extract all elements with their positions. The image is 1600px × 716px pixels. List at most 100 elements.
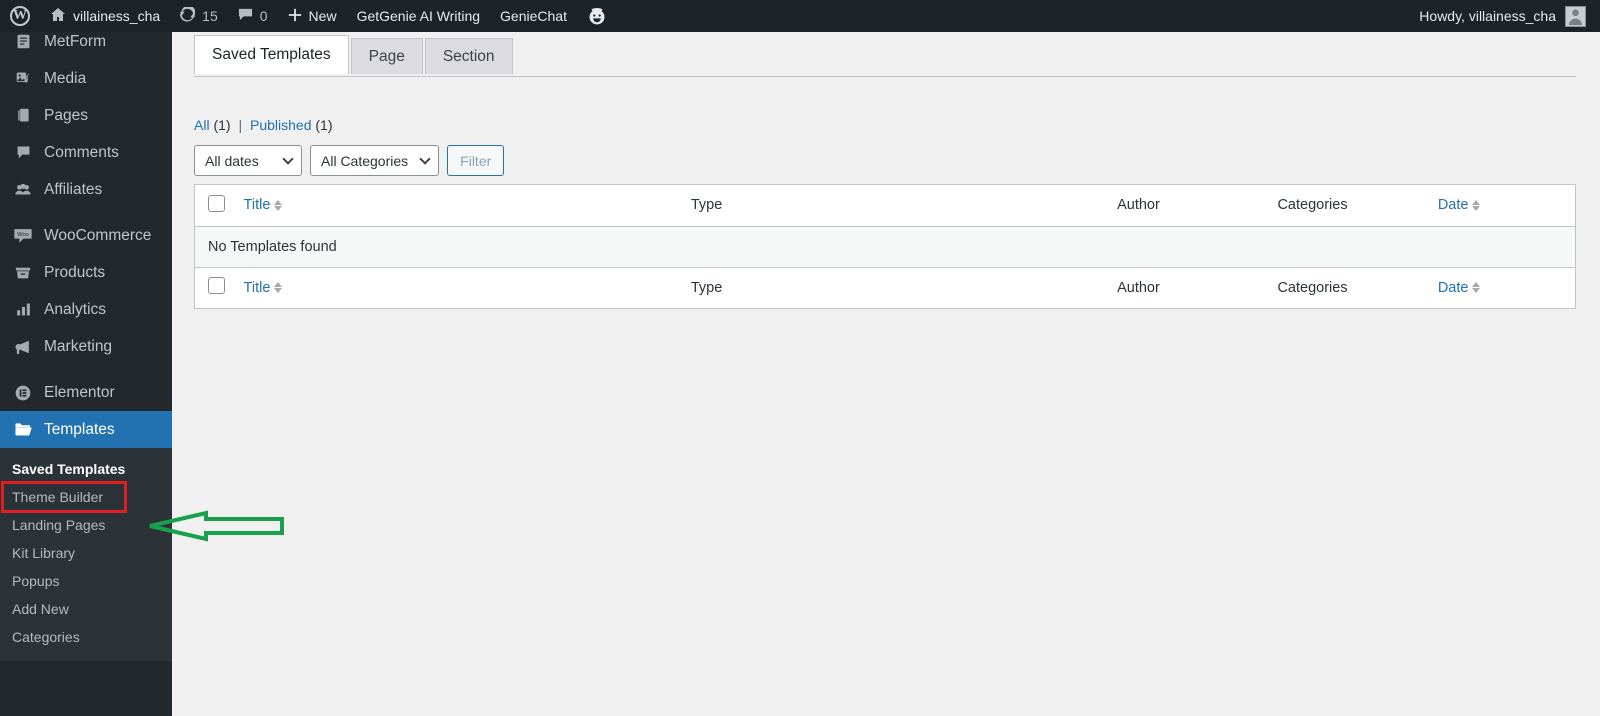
- sidebar-item-templates[interactable]: Templates: [0, 411, 180, 448]
- sort-date-link-footer[interactable]: Date: [1438, 280, 1481, 296]
- column-label: Author: [1117, 197, 1160, 214]
- column-footer-title: Title: [243, 266, 691, 308]
- analytics-icon: [12, 300, 34, 320]
- select-all-checkbox[interactable]: [208, 194, 225, 212]
- sidebar-item-label: MetForm: [44, 32, 106, 50]
- sidebar-item-label: Marketing: [44, 337, 113, 355]
- sort-title-link[interactable]: Title: [244, 197, 283, 213]
- svg-text:Woo: Woo: [17, 232, 29, 238]
- view-count-published: (1): [315, 117, 333, 133]
- pages-icon: [12, 106, 34, 126]
- table-header-row: Title Type Author Categories Date: [195, 185, 1575, 227]
- tab-saved-templates[interactable]: Saved Templates: [194, 35, 349, 74]
- table-footer-row: Title Type Author Categories Date: [195, 266, 1575, 308]
- column-label: Author: [1117, 279, 1160, 296]
- submenu-item-saved-templates[interactable]: Saved Templates: [0, 455, 172, 483]
- sort-arrows-icon: [1472, 282, 1481, 294]
- updates-count: 15: [202, 8, 218, 24]
- column-label: Type: [690, 197, 723, 214]
- column-footer-categories: Categories: [1277, 266, 1438, 308]
- sidebar-item-affiliates[interactable]: Affiliates: [0, 171, 172, 208]
- column-footer-date: Date: [1437, 266, 1575, 308]
- tab-page[interactable]: Page: [350, 38, 423, 74]
- site-name-menu[interactable]: villainess_cha: [40, 0, 170, 32]
- date-filter-value: All dates: [205, 152, 259, 169]
- submenu-item-add-new[interactable]: Add New: [0, 595, 172, 623]
- view-link-published[interactable]: Published: [250, 117, 312, 133]
- elementor-icon: [12, 383, 34, 403]
- select-all-header: [195, 185, 244, 227]
- category-filter-select[interactable]: All Categories: [310, 145, 440, 176]
- templates-icon: [12, 420, 34, 440]
- column-label: Categories: [1277, 197, 1348, 214]
- tab-label: Page: [368, 47, 405, 65]
- submenu-item-landing-pages[interactable]: Landing Pages: [0, 511, 172, 539]
- submenu-item-theme-builder[interactable]: Theme Builder: [1, 481, 127, 513]
- sidebar-item-label: WooCommerce: [44, 226, 152, 244]
- affiliates-icon: [12, 180, 34, 200]
- geniechat-menu[interactable]: GenieChat: [490, 0, 577, 32]
- sidebar-item-elementor[interactable]: Elementor: [0, 374, 172, 411]
- avatar: [1565, 5, 1586, 27]
- comments-icon: [12, 143, 34, 163]
- column-header-author: Author: [1117, 185, 1278, 227]
- sidebar-item-label: Affiliates: [44, 180, 103, 198]
- home-icon: [50, 7, 66, 26]
- sidebar-separator: [0, 365, 172, 374]
- column-footer-author: Author: [1117, 266, 1278, 308]
- admin-bar: W villainess_cha 15 0 New GetGenie AI Wr…: [0, 0, 1600, 32]
- sidebar-item-label: Pages: [44, 106, 88, 124]
- getgenie-ai-writing-menu[interactable]: GetGenie AI Writing: [347, 0, 490, 32]
- submenu-label: Saved Templates: [12, 461, 126, 477]
- marketing-icon: [12, 337, 34, 357]
- tab-label: Saved Templates: [212, 46, 331, 63]
- status-filter-links: All (1) | Published (1): [194, 117, 333, 133]
- view-link-all[interactable]: All: [194, 117, 210, 133]
- column-label: Date: [1437, 197, 1469, 214]
- filter-button[interactable]: Filter: [447, 145, 505, 176]
- column-label: Date: [1437, 279, 1469, 296]
- sidebar-item-label: Analytics: [44, 300, 107, 318]
- column-header-title: Title: [243, 185, 691, 227]
- column-label: Type: [690, 279, 723, 296]
- sort-date-link[interactable]: Date: [1438, 197, 1481, 213]
- plus-icon: [288, 8, 302, 25]
- submenu-item-categories[interactable]: Categories: [0, 623, 172, 651]
- genie-smiley-icon[interactable]: [577, 0, 617, 32]
- submenu-item-popups[interactable]: Popups: [0, 567, 172, 595]
- sidebar-item-media[interactable]: Media: [0, 60, 172, 97]
- sort-title-link-footer[interactable]: Title: [244, 280, 283, 296]
- sidebar-item-marketing[interactable]: Marketing: [0, 328, 172, 365]
- sidebar-item-woocommerce[interactable]: Woo WooCommerce: [0, 217, 172, 254]
- submenu-item-kit-library[interactable]: Kit Library: [0, 539, 172, 567]
- chevron-down-icon: [282, 153, 294, 165]
- tab-section[interactable]: Section: [424, 38, 513, 74]
- view-separator: |: [238, 117, 243, 133]
- updates-menu[interactable]: 15: [170, 0, 228, 32]
- column-header-type: Type: [690, 185, 1118, 227]
- select-all-checkbox-footer[interactable]: [208, 277, 225, 295]
- filter-toolbar: All dates All Categories Filter: [194, 145, 505, 176]
- account-menu[interactable]: Howdy, villainess_cha: [1419, 5, 1600, 27]
- admin-sidebar: GetGenie MetForm Media Pages Comments: [0, 0, 180, 716]
- sidebar-item-comments[interactable]: Comments: [0, 134, 172, 171]
- sort-arrows-icon: [274, 282, 283, 294]
- sidebar-item-label: Elementor: [44, 383, 115, 401]
- sidebar-item-products[interactable]: Products: [0, 254, 172, 291]
- submenu-label: Add New: [12, 601, 69, 617]
- wordpress-logo-menu[interactable]: W: [0, 0, 40, 32]
- empty-state-row: No Templates found: [195, 226, 1575, 268]
- comment-bubble-icon: [238, 7, 253, 25]
- sidebar-item-analytics[interactable]: Analytics: [0, 291, 172, 328]
- column-label: Categories: [1277, 279, 1348, 296]
- template-type-tabs: Saved Templates Page Section: [194, 35, 515, 74]
- new-content-menu[interactable]: New: [278, 0, 347, 32]
- sidebar-item-label: Templates: [44, 420, 115, 438]
- column-header-categories: Categories: [1277, 185, 1438, 227]
- sidebar-item-pages[interactable]: Pages: [0, 97, 172, 134]
- sidebar-item-label: Media: [44, 69, 87, 87]
- geniechat-label: GenieChat: [500, 8, 567, 24]
- chevron-down-icon: [419, 153, 431, 165]
- date-filter-select[interactable]: All dates: [194, 145, 302, 176]
- comments-menu[interactable]: 0: [228, 0, 278, 32]
